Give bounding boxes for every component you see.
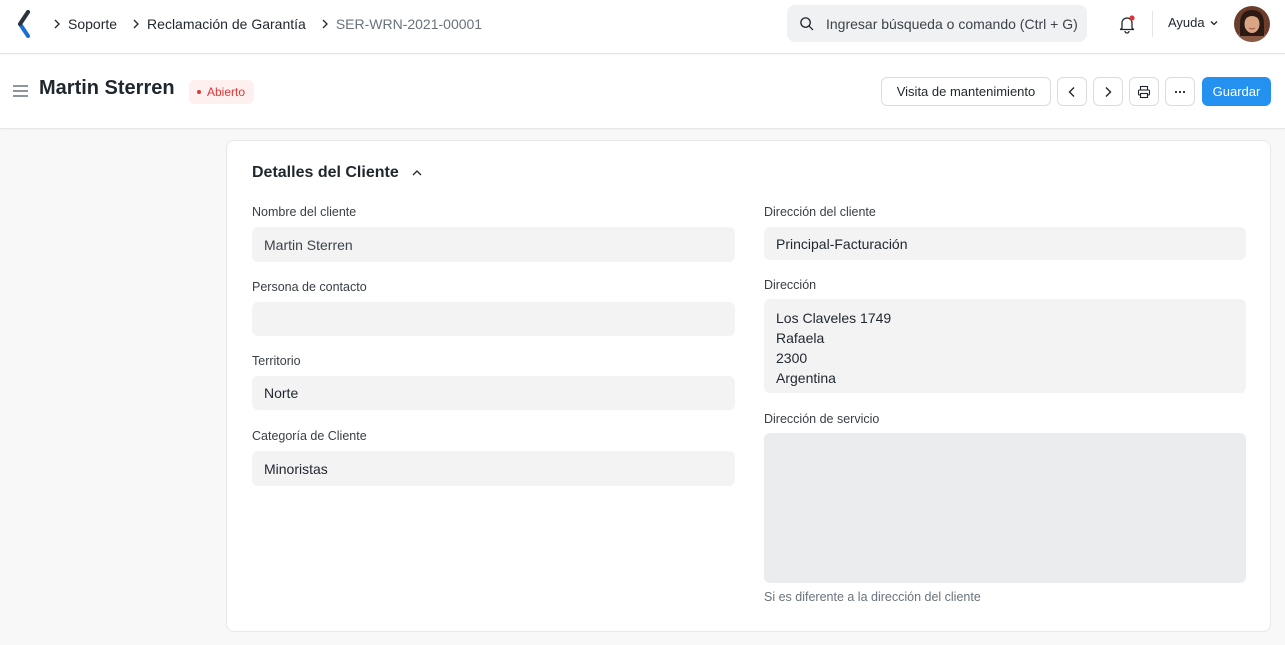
- navbar-divider: [1152, 11, 1153, 37]
- printer-icon: [1137, 85, 1151, 98]
- next-doc-button[interactable]: [1093, 77, 1123, 106]
- print-button[interactable]: [1129, 77, 1159, 106]
- address-label: Dirección: [764, 278, 817, 292]
- customer-details-card: Detalles del Cliente Nombre del cliente …: [226, 140, 1271, 632]
- navbar: Soporte Reclamación de Garantía SER-WRN-…: [0, 0, 1285, 54]
- avatar[interactable]: [1234, 6, 1270, 42]
- territory-label: Territorio: [252, 354, 301, 368]
- service-address-textarea[interactable]: [764, 433, 1246, 583]
- more-actions-button[interactable]: [1165, 77, 1195, 106]
- customer-group-label: Categoría de Cliente: [252, 429, 367, 443]
- previous-doc-button[interactable]: [1057, 77, 1087, 106]
- customer-address-field[interactable]: Principal-Facturación: [764, 227, 1246, 260]
- chevron-left-icon: [1068, 86, 1075, 97]
- breadcrumb: Soporte Reclamación de Garantía SER-WRN-…: [48, 0, 484, 47]
- service-address-help: Si es diferente a la dirección del clien…: [764, 590, 981, 604]
- search-icon: [800, 17, 814, 31]
- customer-name-field[interactable]: Martin Sterren: [252, 227, 735, 262]
- territory-value: Norte: [264, 385, 299, 401]
- breadcrumb-warranty-claim[interactable]: Reclamación de Garantía: [145, 16, 308, 32]
- chevron-right-icon: [1105, 86, 1112, 97]
- status-badge: Abierto: [189, 80, 255, 104]
- section-title: Detalles del Cliente: [252, 164, 399, 181]
- customer-address-label: Dirección del cliente: [764, 205, 876, 219]
- maintenance-visit-label: Visita de mantenimiento: [896, 84, 1036, 99]
- save-label: Guardar: [1212, 84, 1261, 99]
- territory-field[interactable]: Norte: [252, 376, 735, 410]
- chevron-right-icon: [127, 19, 145, 29]
- more-icon: [1174, 90, 1186, 93]
- status-label: Abierto: [207, 85, 246, 99]
- address-line: Rafaela: [776, 330, 825, 346]
- search-input[interactable]: Ingresar búsqueda o comando (Ctrl + G): [787, 5, 1087, 42]
- breadcrumb-current-doc: SER-WRN-2021-00001: [335, 15, 483, 32]
- contact-person-field[interactable]: [252, 302, 735, 336]
- contact-person-label: Persona de contacto: [252, 280, 367, 294]
- service-address-label: Dirección de servicio: [764, 412, 880, 426]
- customer-group-value: Minoristas: [264, 460, 328, 477]
- customer-name-label: Nombre del cliente: [252, 205, 357, 219]
- address-line: Argentina: [776, 370, 836, 386]
- customer-group-field[interactable]: Minoristas: [252, 451, 735, 486]
- bell-icon[interactable]: [1117, 14, 1137, 34]
- chevron-right-icon: [316, 19, 334, 29]
- chevron-down-icon: [1210, 20, 1218, 25]
- customer-name-value: Martin Sterren: [264, 236, 353, 253]
- menu-icon[interactable]: [13, 85, 28, 97]
- help-dropdown[interactable]: Ayuda: [1168, 15, 1219, 30]
- address-display: Los Claveles 1749 Rafaela 2300 Argentina: [764, 299, 1246, 393]
- page-head: Martin Sterren Abierto Visita de manteni…: [0, 55, 1285, 129]
- status-dot: [197, 90, 201, 94]
- logo-icon[interactable]: [14, 10, 36, 38]
- chevron-right-icon: [48, 19, 66, 29]
- maintenance-visit-button[interactable]: Visita de mantenimiento: [881, 77, 1051, 106]
- customer-address-value: Principal-Facturación: [776, 235, 908, 252]
- page-title: Martin Sterren: [39, 77, 175, 99]
- address-line: 2300: [776, 350, 808, 366]
- breadcrumb-soporte[interactable]: Soporte: [66, 16, 119, 32]
- search-placeholder: Ingresar búsqueda o comando (Ctrl + G): [826, 15, 1078, 32]
- save-button[interactable]: Guardar: [1202, 77, 1271, 106]
- help-label: Ayuda: [1168, 15, 1205, 30]
- section-header[interactable]: Detalles del Cliente: [252, 164, 423, 182]
- address-line: Los Claveles 1749: [776, 310, 892, 326]
- chevron-up-icon: [412, 170, 422, 176]
